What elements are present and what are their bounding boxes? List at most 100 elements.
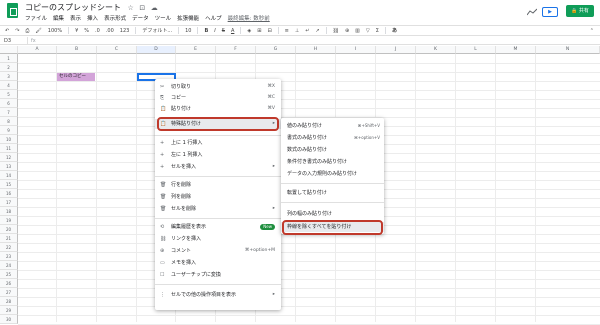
column-header[interactable]: K — [416, 46, 456, 54]
horizontal-align-icon[interactable]: ≡ — [285, 28, 289, 34]
paint-format-icon[interactable]: 🖌 — [35, 28, 41, 34]
row-header[interactable]: 22 — [0, 243, 18, 252]
merge-cells-icon[interactable]: ⊟ — [267, 28, 271, 34]
row-header[interactable]: 29 — [0, 306, 18, 315]
decrease-decimal-button[interactable]: .0 — [95, 28, 100, 34]
row-header[interactable]: 4 — [0, 81, 18, 90]
menu-file[interactable]: ファイル — [25, 14, 47, 22]
font-select[interactable]: デフォルト... — [142, 27, 172, 34]
menu-item-delete-cells[interactable]: 🗑 セルを削除 ▸ — [155, 204, 281, 214]
row-header[interactable]: 23 — [0, 252, 18, 261]
column-header[interactable]: J — [376, 46, 416, 54]
submenu-item-paste-column-width[interactable]: 列の幅のみ貼り付け — [281, 209, 384, 219]
row-header[interactable]: 11 — [0, 144, 18, 153]
column-header[interactable]: F — [216, 46, 256, 54]
row-header[interactable]: 26 — [0, 279, 18, 288]
submenu-item-paste-data-validation[interactable]: データの入力規則のみ貼り付け — [281, 169, 384, 179]
row-header[interactable]: 6 — [0, 99, 18, 108]
row-header[interactable]: 16 — [0, 189, 18, 198]
last-edit-link[interactable]: 最終編集: 数秒前 — [228, 14, 270, 22]
number-format-button[interactable]: 123 — [120, 28, 130, 34]
menu-item-paste[interactable]: 📋 貼り付け ⌘V — [155, 104, 281, 114]
sheets-logo-icon[interactable] — [7, 3, 18, 18]
column-header[interactable]: G — [256, 46, 296, 54]
menu-item-insert-note[interactable]: ▭ メモを挿入 — [155, 258, 281, 268]
borders-icon[interactable]: ⊞ — [257, 28, 261, 34]
menu-item-copy[interactable]: ⎘ コピー ⌘C — [155, 93, 281, 103]
menu-edit[interactable]: 編集 — [53, 14, 64, 22]
column-header[interactable]: C — [97, 46, 137, 54]
row-header[interactable]: 14 — [0, 171, 18, 180]
insert-comment-icon[interactable]: ⊕ — [345, 28, 349, 34]
column-header[interactable]: A — [18, 46, 57, 54]
row-header[interactable]: 7 — [0, 108, 18, 117]
menu-item-delete-column[interactable]: 🗑 列を削除 — [155, 192, 281, 202]
row-header[interactable]: 5 — [0, 90, 18, 99]
submenu-item-paste-format[interactable]: 書式のみ貼り付け ⌘+option+V — [281, 133, 384, 143]
menu-item-comment[interactable]: ⊕ コメント ⌘+option+M — [155, 246, 281, 256]
submenu-item-paste-formula[interactable]: 数式のみ貼り付け — [281, 145, 384, 155]
row-header[interactable]: 13 — [0, 162, 18, 171]
column-header[interactable]: M — [496, 46, 536, 54]
share-button[interactable]: 🔒 共有 — [566, 5, 594, 17]
column-header[interactable]: I — [336, 46, 376, 54]
insert-link-icon[interactable]: ⛓ — [333, 28, 339, 34]
menu-item-insert-cells[interactable]: + セルを挿入 ▸ — [155, 162, 281, 172]
row-header[interactable]: 3 — [0, 72, 18, 81]
menu-extensions[interactable]: 拡張機能 — [177, 14, 199, 22]
row-header[interactable]: 15 — [0, 180, 18, 189]
submenu-item-paste-transposed[interactable]: 転置して貼り付け — [281, 188, 384, 198]
row-header[interactable]: 21 — [0, 234, 18, 243]
menu-view[interactable]: 表示 — [70, 14, 81, 22]
zoom-select[interactable]: 100% — [48, 28, 62, 34]
row-header[interactable]: 27 — [0, 288, 18, 297]
menu-format[interactable]: 表示形式 — [104, 14, 126, 22]
menu-item-edit-history[interactable]: ⟲ 編集履歴を表示 New — [155, 222, 281, 232]
menu-item-insert-column-left[interactable]: + 左に 1 列挿入 — [155, 150, 281, 160]
row-header[interactable]: 30 — [0, 315, 18, 324]
row-header[interactable]: 9 — [0, 126, 18, 135]
font-size-select[interactable]: 10 — [185, 28, 191, 34]
menu-tools[interactable]: ツール — [155, 14, 172, 22]
menu-help[interactable]: ヘルプ — [205, 14, 222, 22]
name-box[interactable]: D3 — [0, 36, 28, 45]
input-tools-button[interactable]: あ — [392, 27, 397, 34]
submenu-item-paste-values[interactable]: 値のみ貼り付け ⌘+Shift+V — [281, 121, 384, 131]
text-color-button[interactable]: A — [231, 28, 234, 34]
increase-decimal-button[interactable]: .00 — [106, 28, 114, 34]
menu-item-cut[interactable]: ✂ 切り取り ⌘X — [155, 82, 281, 92]
column-header[interactable]: N — [536, 46, 600, 54]
menu-insert[interactable]: 挿入 — [87, 14, 98, 22]
row-header[interactable]: 17 — [0, 198, 18, 207]
menu-item-insert-link[interactable]: ⛓ リンクを挿入 — [155, 234, 281, 244]
column-header[interactable]: E — [176, 46, 216, 54]
folder-icon[interactable]: ⊡ — [139, 4, 145, 12]
row-header[interactable]: 28 — [0, 297, 18, 306]
text-wrap-icon[interactable]: ↵ — [305, 28, 309, 34]
row-header[interactable]: 19 — [0, 216, 18, 225]
menu-item-convert-people-chip[interactable]: ☐ ユーザーチップに変換 — [155, 270, 281, 280]
filter-icon[interactable]: ▽ — [366, 28, 370, 34]
column-header[interactable]: B — [57, 46, 97, 54]
menu-item-delete-row[interactable]: 🗑 行を削除 — [155, 180, 281, 190]
currency-button[interactable]: ¥ — [75, 28, 78, 34]
print-icon[interactable]: ⎙ — [25, 28, 29, 34]
row-header[interactable]: 12 — [0, 153, 18, 162]
column-header[interactable]: L — [456, 46, 496, 54]
column-header[interactable]: H — [296, 46, 336, 54]
collapse-toolbar-icon[interactable]: ⌃ — [590, 28, 594, 34]
doc-title[interactable]: コピーのスプレッドシート — [25, 3, 121, 12]
row-header[interactable]: 25 — [0, 270, 18, 279]
cell-b3[interactable]: セルのコピー — [57, 73, 95, 81]
row-header[interactable]: 2 — [0, 63, 18, 72]
text-rotate-icon[interactable]: ↗ — [315, 28, 319, 34]
row-header[interactable]: 8 — [0, 117, 18, 126]
submenu-item-paste-conditional-format[interactable]: 条件付き書式のみ貼り付け — [281, 157, 384, 167]
row-header[interactable]: 18 — [0, 207, 18, 216]
insert-chart-icon[interactable]: ▥ — [355, 28, 360, 34]
row-header[interactable]: 10 — [0, 135, 18, 144]
menu-item-insert-row-above[interactable]: + 上に 1 行挿入 — [155, 138, 281, 148]
star-icon[interactable]: ☆ — [128, 4, 134, 12]
italic-button[interactable]: I — [214, 28, 215, 34]
row-header[interactable]: 24 — [0, 261, 18, 270]
